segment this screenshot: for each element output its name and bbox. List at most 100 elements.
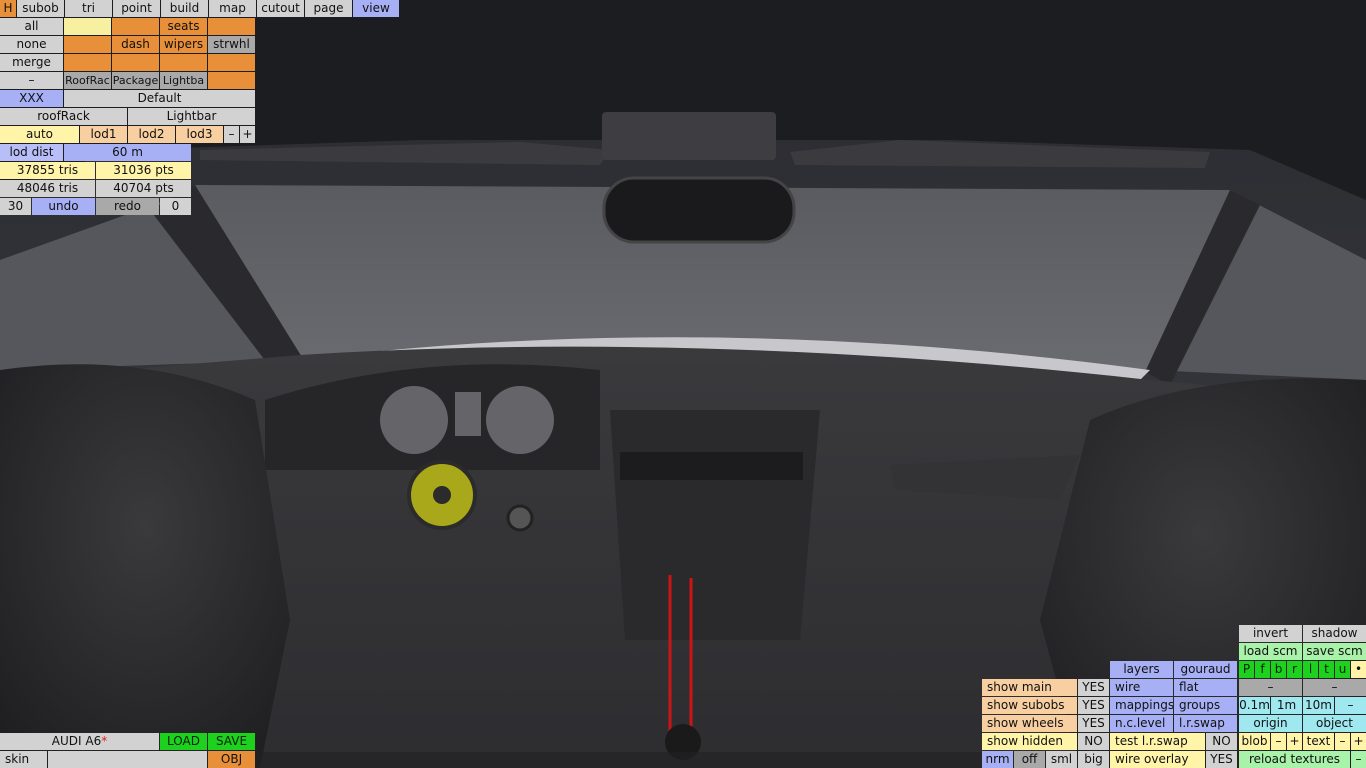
menu-point[interactable]: point [113,0,160,17]
menu-build[interactable]: build [161,0,208,17]
group-slot[interactable] [160,54,207,71]
lod-dist-value[interactable]: 60 m [64,144,191,161]
lod2-button[interactable]: lod2 [128,126,175,143]
show-subobs-label[interactable]: show subobs [982,697,1077,714]
group-lightba[interactable]: Lightba [160,72,207,89]
test-lrswap-toggle[interactable]: NO [1206,733,1237,750]
show-main-label[interactable]: show main [982,679,1077,696]
text-minus[interactable]: – [1335,733,1350,750]
group-slot[interactable] [64,18,111,35]
undo-button[interactable]: undo [32,198,95,215]
save-scm-button[interactable]: save scm [1303,643,1366,660]
placeholder-dash-right[interactable]: – [1303,679,1366,696]
menu-subob[interactable]: subob [17,0,64,17]
lod1-button[interactable]: lod1 [80,126,127,143]
group-seats[interactable]: seats [160,18,207,35]
show-main-toggle[interactable]: YES [1078,679,1109,696]
flag-b[interactable]: b [1271,661,1286,678]
layers-button[interactable]: layers [1110,661,1173,678]
invert-button[interactable]: invert [1239,625,1302,642]
menu-cutout[interactable]: cutout [257,0,304,17]
group-slot[interactable] [64,36,111,53]
variant-name[interactable]: XXX [0,90,63,107]
undo-count: 30 [0,198,31,215]
skin-label[interactable]: skin [0,751,47,768]
normals-off[interactable]: off [1014,751,1045,768]
lod-minus-button[interactable]: – [224,126,239,143]
step-0-1m[interactable]: 0.1m [1239,697,1270,714]
reload-textures-button[interactable]: reload textures [1239,751,1350,768]
groups-button[interactable]: groups [1174,697,1237,714]
flag-dot[interactable]: • [1351,661,1366,678]
wire-overlay-toggle[interactable]: YES [1206,751,1237,768]
flag-l[interactable]: l [1303,661,1318,678]
flag-u[interactable]: u [1335,661,1350,678]
group-strwhl[interactable]: strwhl [208,36,255,53]
blob-minus[interactable]: – [1271,733,1286,750]
obj-button[interactable]: OBJ [208,751,255,768]
step-minus[interactable]: – [1335,697,1366,714]
flag-t[interactable]: t [1319,661,1334,678]
group-wipers[interactable]: wipers [160,36,207,53]
text-plus[interactable]: + [1351,733,1366,750]
step-1m[interactable]: 1m [1271,697,1302,714]
mappings-button[interactable]: mappings [1110,697,1173,714]
tris-count: 37855 tris [0,162,95,179]
flag-r[interactable]: r [1287,661,1302,678]
redo-button[interactable]: redo [96,198,159,215]
save-button[interactable]: SAVE [208,733,255,750]
total-tris-count: 48046 tris [0,180,95,197]
select-all-button[interactable]: all [0,18,63,35]
skin-field[interactable] [48,751,207,768]
minus-button[interactable]: – [0,72,63,89]
group-slot[interactable] [64,54,111,71]
menu-tri[interactable]: tri [65,0,112,17]
normals-small[interactable]: sml [1046,751,1077,768]
lrswap-button[interactable]: l.r.swap [1174,715,1237,732]
blob-plus[interactable]: + [1287,733,1302,750]
group-slot[interactable] [112,18,159,35]
origin-button[interactable]: origin [1239,715,1302,732]
gouraud-button[interactable]: gouraud [1174,661,1237,678]
menu-map[interactable]: map [209,0,256,17]
group-dash[interactable]: dash [112,36,159,53]
flag-f[interactable]: f [1255,661,1270,678]
variant-default[interactable]: Default [64,90,255,107]
variant-lightbar[interactable]: Lightbar [128,108,255,125]
group-slot[interactable] [208,72,255,89]
merge-button[interactable]: merge [0,54,63,71]
placeholder-dash-left[interactable]: – [1239,679,1302,696]
group-slot[interactable] [208,54,255,71]
object-button[interactable]: object [1303,715,1366,732]
wire-overlay-label[interactable]: wire overlay [1110,751,1205,768]
shadow-button[interactable]: shadow [1303,625,1366,642]
lod-plus-button[interactable]: + [240,126,255,143]
flag-p[interactable]: P [1239,661,1254,678]
step-10m[interactable]: 10m [1303,697,1334,714]
lod-auto[interactable]: auto [0,126,79,143]
menu-page[interactable]: page [305,0,352,17]
show-wheels-label[interactable]: show wheels [982,715,1077,732]
show-subobs-toggle[interactable]: YES [1078,697,1109,714]
wire-button[interactable]: wire [1110,679,1173,696]
normals-big[interactable]: big [1078,751,1109,768]
flat-button[interactable]: flat [1174,679,1237,696]
reload-minus[interactable]: – [1351,751,1366,768]
show-wheels-toggle[interactable]: YES [1078,715,1109,732]
show-hidden-toggle[interactable]: NO [1078,733,1109,750]
show-hidden-label[interactable]: show hidden [982,733,1077,750]
select-none-button[interactable]: none [0,36,63,53]
file-name[interactable]: AUDI A6* [0,733,159,750]
menu-view[interactable]: view [353,0,399,17]
h-button[interactable]: H [0,0,16,17]
lod3-button[interactable]: lod3 [176,126,223,143]
group-roofrac[interactable]: RoofRac [64,72,111,89]
group-package[interactable]: Package [112,72,159,89]
test-lrswap-label[interactable]: test l.r.swap [1110,733,1205,750]
load-button[interactable]: LOAD [160,733,207,750]
group-slot[interactable] [112,54,159,71]
variant-roofrack[interactable]: roofRack [0,108,127,125]
nclevel-button[interactable]: n.c.level [1110,715,1173,732]
group-slot[interactable] [208,18,255,35]
load-scm-button[interactable]: load scm [1239,643,1302,660]
